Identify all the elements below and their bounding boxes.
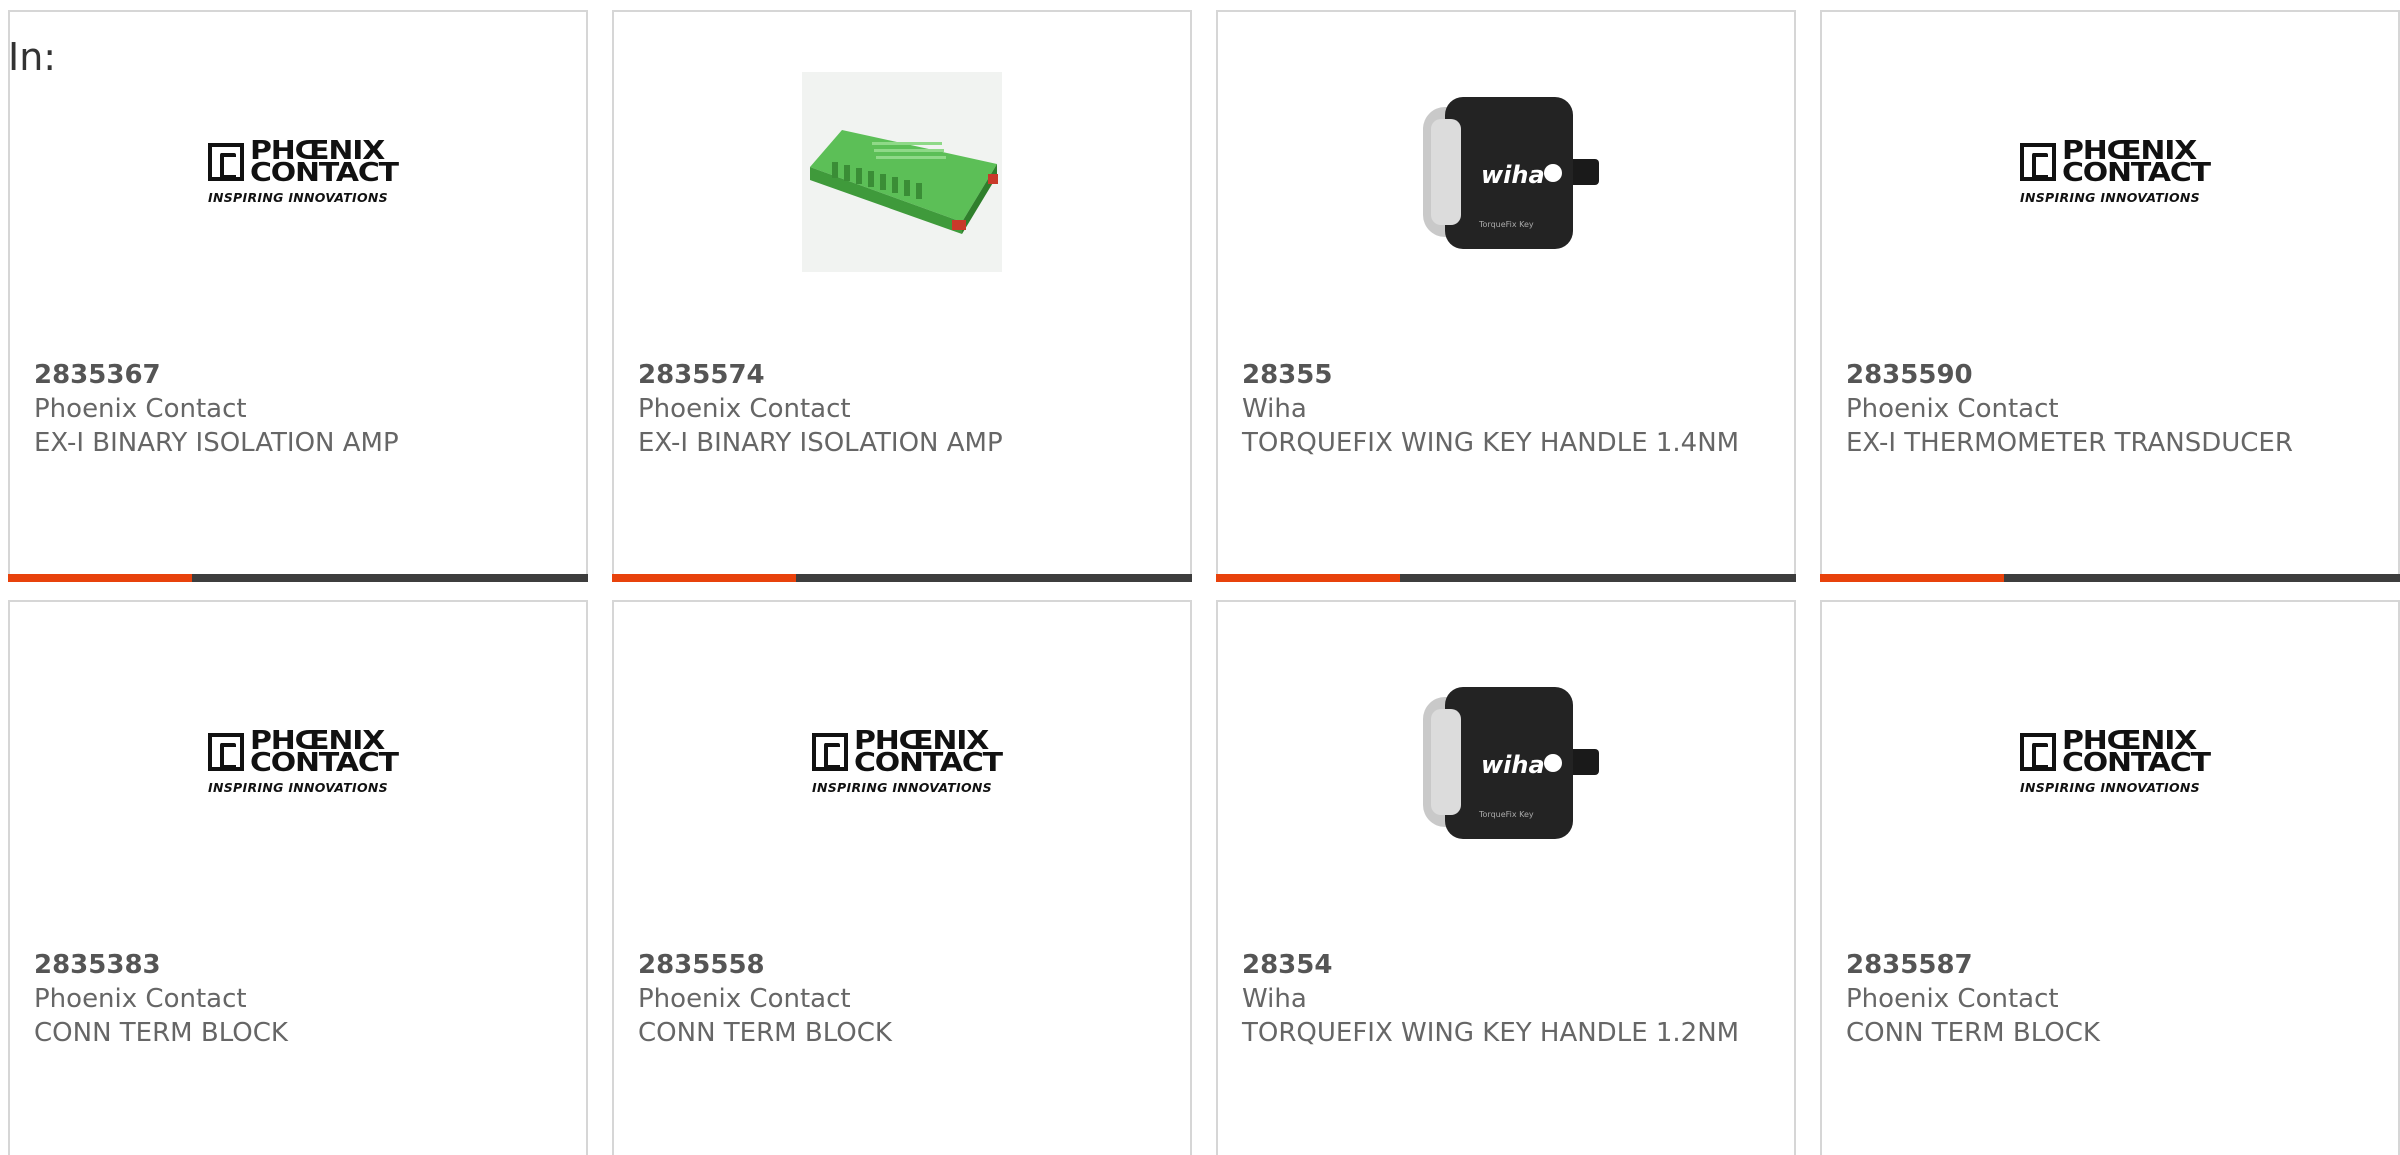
product-info: 2835558 Phoenix Contact CONN TERM BLOCK: [638, 948, 1166, 1050]
product-card[interactable]: wiha TorqueFix Key 28354 Wiha TORQUEFIX …: [1216, 600, 1796, 1155]
part-number[interactable]: 28354: [1242, 948, 1770, 982]
description: EX-I BINARY ISOLATION AMP: [638, 428, 1003, 458]
manufacturer: Phoenix Contact: [34, 394, 247, 424]
wiha-handle-photo: wiha TorqueFix Key: [1401, 67, 1611, 277]
phoenix-contact-logo: PHŒNIX CONTACT INSPIRING INNOVATIONS: [208, 135, 399, 205]
product-image: wiha TorqueFix Key: [1218, 12, 1794, 332]
product-image: PHŒNIX CONTACT INSPIRING INNOVATIONS: [10, 602, 586, 922]
green-module-photo: [802, 72, 1002, 272]
svg-text:wiha: wiha: [1481, 161, 1545, 189]
product-card[interactable]: PHŒNIX CONTACT INSPIRING INNOVATIONS 2835…: [8, 600, 588, 1155]
product-image: PHŒNIX CONTACT INSPIRING INNOVATIONS: [10, 12, 586, 332]
product-info: 2835383 Phoenix Contact CONN TERM BLOCK: [34, 948, 562, 1050]
product-image: wiha TorqueFix Key: [1218, 602, 1794, 922]
part-number[interactable]: 2835558: [638, 948, 1166, 982]
phoenix-contact-logo: PHŒNIX CONTACT INSPIRING INNOVATIONS: [2020, 725, 2211, 795]
product-card[interactable]: wiha TorqueFix Key 28355 Wiha TORQUEFIX …: [1216, 10, 1796, 582]
card-accent-bar: [1216, 574, 1796, 582]
product-info: 28354 Wiha TORQUEFIX WING KEY HANDLE 1.2…: [1242, 948, 1770, 1050]
product-info: 28355 Wiha TORQUEFIX WING KEY HANDLE 1.4…: [1242, 358, 1770, 460]
wiha-handle-photo: wiha TorqueFix Key: [1401, 657, 1611, 867]
svg-text:TorqueFix Key: TorqueFix Key: [1478, 220, 1534, 229]
card-accent-bar: [1820, 574, 2400, 582]
product-card[interactable]: 2835574 Phoenix Contact EX-I BINARY ISOL…: [612, 10, 1192, 582]
product-card[interactable]: PHŒNIX CONTACT INSPIRING INNOVATIONS 2835…: [8, 10, 588, 582]
product-image: [614, 12, 1190, 332]
product-info: 2835590 Phoenix Contact EX-I THERMOMETER…: [1846, 358, 2374, 460]
description: TORQUEFIX WING KEY HANDLE 1.4NM: [1242, 428, 1740, 458]
description: CONN TERM BLOCK: [1846, 1018, 2100, 1048]
product-image: PHŒNIX CONTACT INSPIRING INNOVATIONS: [1822, 12, 2398, 332]
phoenix-contact-logo: PHŒNIX CONTACT INSPIRING INNOVATIONS: [2020, 135, 2211, 205]
manufacturer: Phoenix Contact: [1846, 394, 2059, 424]
phoenix-contact-logo: PHŒNIX CONTACT INSPIRING INNOVATIONS: [812, 725, 1003, 795]
product-image: PHŒNIX CONTACT INSPIRING INNOVATIONS: [1822, 602, 2398, 922]
card-accent-bar: [612, 574, 1192, 582]
product-card[interactable]: PHŒNIX CONTACT INSPIRING INNOVATIONS 2835…: [612, 600, 1192, 1155]
part-number[interactable]: 2835590: [1846, 358, 2374, 392]
card-accent-bar: [8, 574, 588, 582]
svg-text:wiha: wiha: [1481, 751, 1545, 779]
product-card[interactable]: PHŒNIX CONTACT INSPIRING INNOVATIONS 2835…: [1820, 600, 2400, 1155]
description: CONN TERM BLOCK: [34, 1018, 288, 1048]
manufacturer: Phoenix Contact: [638, 984, 851, 1014]
product-image: PHŒNIX CONTACT INSPIRING INNOVATIONS: [614, 602, 1190, 922]
product-info: 2835574 Phoenix Contact EX-I BINARY ISOL…: [638, 358, 1166, 460]
description: TORQUEFIX WING KEY HANDLE 1.2NM: [1242, 1018, 1740, 1048]
part-number[interactable]: 2835383: [34, 948, 562, 982]
part-number[interactable]: 2835587: [1846, 948, 2374, 982]
product-card[interactable]: PHŒNIX CONTACT INSPIRING INNOVATIONS 2835…: [1820, 10, 2400, 582]
phoenix-contact-logo: PHŒNIX CONTACT INSPIRING INNOVATIONS: [208, 725, 399, 795]
product-info: 2835367 Phoenix Contact EX-I BINARY ISOL…: [34, 358, 562, 460]
manufacturer: Phoenix Contact: [34, 984, 247, 1014]
manufacturer: Phoenix Contact: [1846, 984, 2059, 1014]
manufacturer: Wiha: [1242, 984, 1307, 1014]
description: EX-I THERMOMETER TRANSDUCER: [1846, 428, 2293, 458]
manufacturer: Phoenix Contact: [638, 394, 851, 424]
part-number[interactable]: 2835574: [638, 358, 1166, 392]
part-number[interactable]: 2835367: [34, 358, 562, 392]
manufacturer: Wiha: [1242, 394, 1307, 424]
description: CONN TERM BLOCK: [638, 1018, 892, 1048]
product-grid: PHŒNIX CONTACT INSPIRING INNOVATIONS 2835…: [0, 0, 2400, 1155]
search-results-page: PHŒNIX CONTACT INSPIRING INNOVATIONS 2835…: [0, 0, 2400, 1155]
description: EX-I BINARY ISOLATION AMP: [34, 428, 399, 458]
product-info: 2835587 Phoenix Contact CONN TERM BLOCK: [1846, 948, 2374, 1050]
part-number[interactable]: 28355: [1242, 358, 1770, 392]
filter-label: In:: [8, 35, 57, 79]
svg-text:TorqueFix Key: TorqueFix Key: [1478, 810, 1534, 819]
